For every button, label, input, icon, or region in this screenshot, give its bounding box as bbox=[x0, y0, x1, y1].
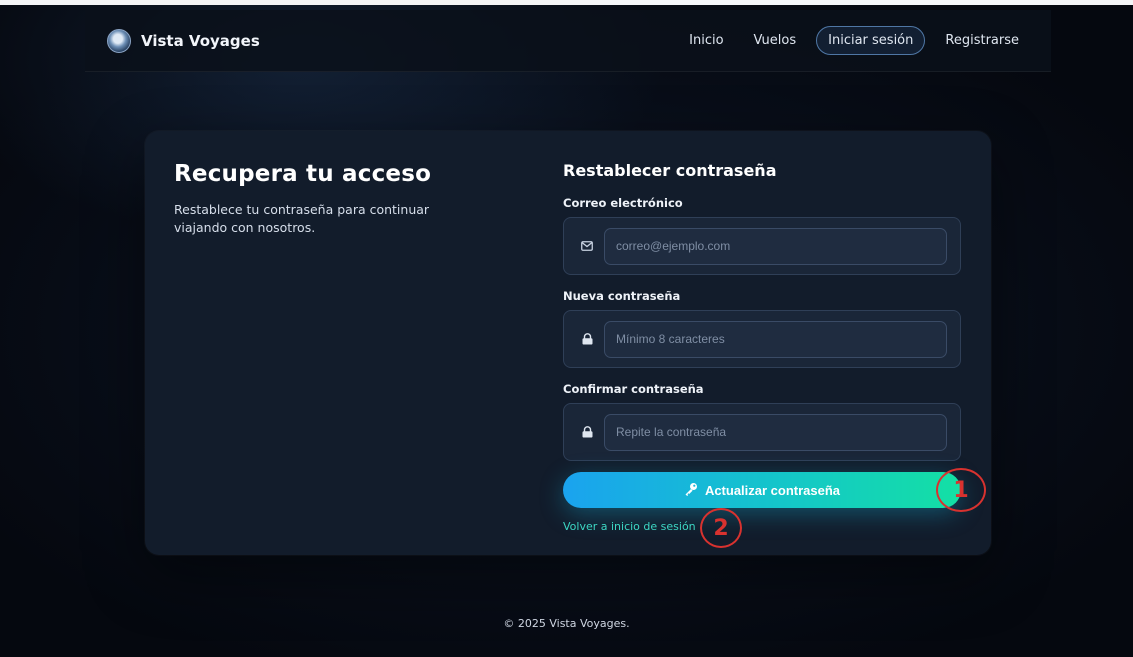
email-input[interactable] bbox=[604, 227, 947, 265]
nav-links: Inicio Vuelos Iniciar sesión Registrarse bbox=[679, 26, 1029, 55]
nav-link-inicio[interactable]: Inicio bbox=[679, 27, 733, 54]
nav-link-registrarse[interactable]: Registrarse bbox=[935, 27, 1029, 54]
back-to-login-link[interactable]: Volver a inicio de sesión bbox=[563, 520, 696, 533]
new-password-label: Nueva contraseña bbox=[563, 289, 681, 303]
annotation-marker-2: 2 bbox=[700, 508, 742, 548]
confirm-password-field-wrapper bbox=[563, 403, 961, 461]
intro-panel: Recupera tu acceso Restablece tu contras… bbox=[174, 161, 464, 237]
window-top-edge bbox=[0, 0, 1133, 5]
lock-icon bbox=[578, 333, 596, 345]
reset-form: Restablecer contraseña Correo electrónic… bbox=[563, 161, 961, 534]
form-title: Restablecer contraseña bbox=[563, 161, 777, 180]
confirm-password-input[interactable] bbox=[604, 413, 947, 451]
globe-logo-icon bbox=[107, 28, 131, 53]
nav-link-iniciar-sesion[interactable]: Iniciar sesión bbox=[816, 26, 926, 55]
intro-description: Restablece tu contraseña para continuar … bbox=[174, 202, 430, 235]
lock-icon bbox=[578, 426, 596, 438]
brand[interactable]: Vista Voyages bbox=[107, 28, 260, 53]
email-field-wrapper bbox=[563, 217, 961, 275]
footer: © 2025 Vista Voyages. bbox=[0, 617, 1133, 630]
top-navbar: Vista Voyages Inicio Vuelos Iniciar sesi… bbox=[85, 10, 1051, 72]
footer-copyright: © 2025 Vista Voyages. bbox=[503, 617, 630, 630]
intro-title: Recupera tu acceso bbox=[174, 161, 432, 187]
annotation-marker-1: 1 bbox=[936, 468, 986, 512]
update-password-button[interactable]: Actualizar contraseña bbox=[563, 472, 961, 508]
confirm-password-label: Confirmar contraseña bbox=[563, 382, 704, 396]
reset-password-card: Recupera tu acceso Restablece tu contras… bbox=[145, 131, 991, 555]
envelope-icon bbox=[578, 241, 596, 251]
nav-link-vuelos[interactable]: Vuelos bbox=[744, 27, 807, 54]
key-icon bbox=[684, 482, 698, 499]
new-password-field-wrapper bbox=[563, 310, 961, 368]
brand-name: Vista Voyages bbox=[141, 31, 260, 50]
update-password-label: Actualizar contraseña bbox=[704, 482, 841, 498]
new-password-input[interactable] bbox=[604, 320, 947, 358]
email-label: Correo electrónico bbox=[563, 196, 683, 210]
